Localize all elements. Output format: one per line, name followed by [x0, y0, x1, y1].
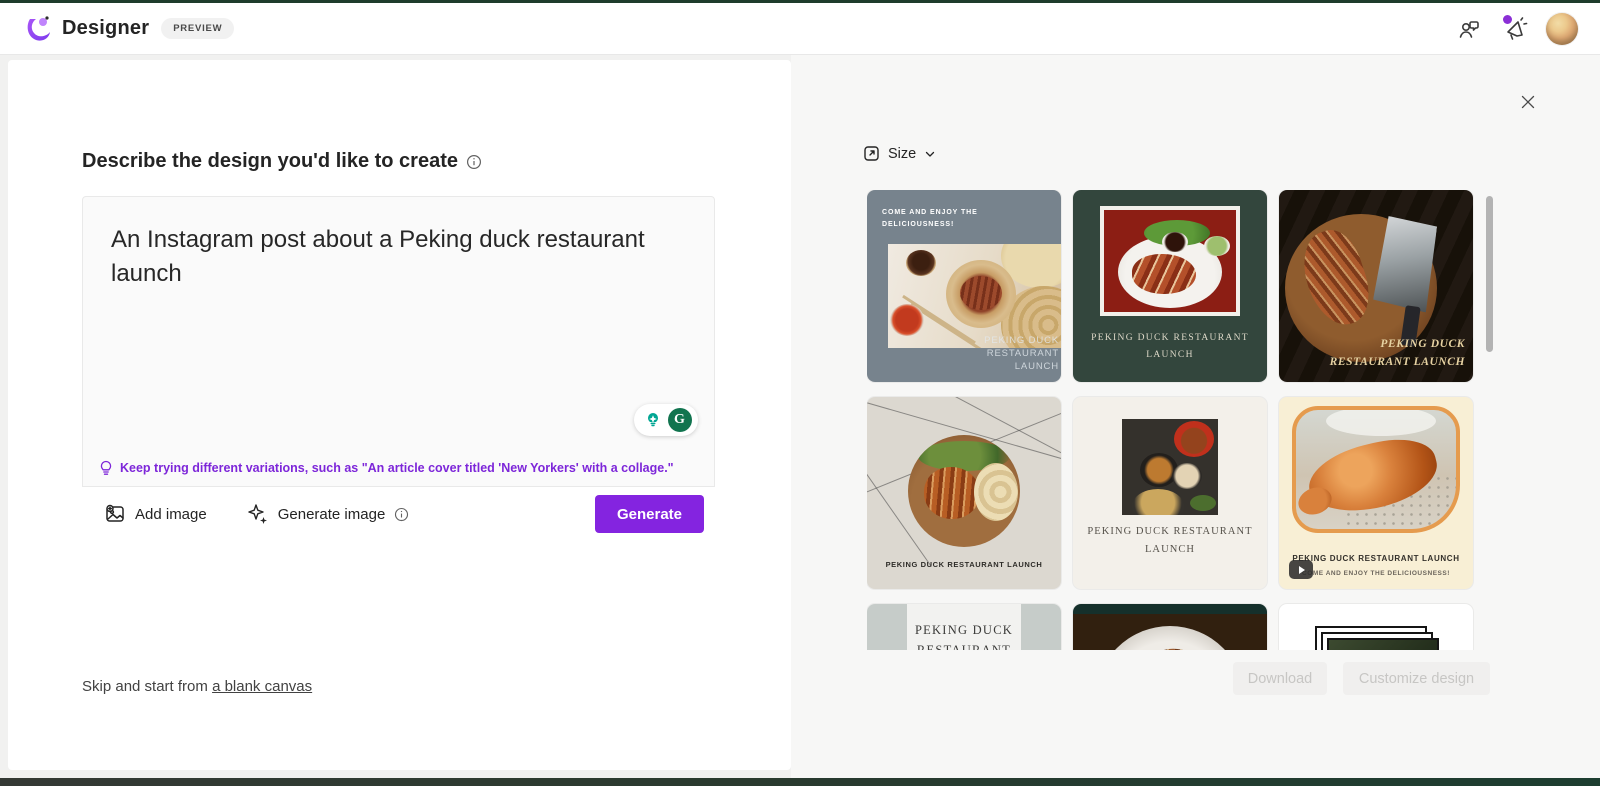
food-photo [1100, 206, 1240, 316]
user-avatar[interactable] [1546, 13, 1578, 45]
food-photo [1095, 626, 1245, 650]
thumbnail-title: PEKING DUCK RESTAURANT LAUNCH [941, 334, 1059, 373]
food-photo [1292, 406, 1460, 533]
generate-image-label: Generate image [278, 506, 386, 523]
grammarly-suggestion-icon [641, 408, 665, 432]
grammarly-widget[interactable]: G [634, 404, 698, 436]
design-thumbnail-4[interactable]: PEKING DUCK RESTAURANT LAUNCH [867, 397, 1061, 589]
heading-info-icon[interactable] [466, 154, 482, 170]
thumbnail-title: PEKING DUCK RESTAURANT LAUNCH [1073, 523, 1267, 559]
design-thumbnail-1[interactable]: COME AND ENJOY THE DELICIOUSNESS! PEKING… [867, 190, 1061, 382]
skip-text: Skip and start from [82, 678, 212, 695]
food-photo [1122, 419, 1218, 515]
stacked-frames-graphic [1327, 638, 1439, 650]
preview-badge: PREVIEW [161, 18, 234, 39]
feedback-button[interactable] [1454, 14, 1484, 44]
window-top-edge [0, 0, 1600, 3]
close-results-button[interactable] [1513, 87, 1543, 117]
prompt-input[interactable]: An Instagram post about a Peking duck re… [82, 196, 715, 487]
thumbnail-title: PEKING DUCK RESTAURANT LAUNCH [1305, 336, 1465, 372]
design-thumbnail-5[interactable]: PEKING DUCK RESTAURANT LAUNCH [1073, 397, 1267, 589]
sparkle-icon [247, 503, 269, 525]
thumbnail-tagline: COME AND ENJOY THE DELICIOUSNESS! [882, 207, 982, 231]
resize-icon [863, 145, 880, 162]
lightbulb-icon [99, 460, 113, 476]
design-thumbnail-2[interactable]: PEKING DUCK RESTAURANT LAUNCH [1073, 190, 1267, 382]
announcements-button[interactable] [1500, 14, 1530, 44]
generate-button[interactable]: Generate [595, 495, 704, 533]
generate-image-info-icon[interactable] [394, 507, 409, 522]
design-results-grid: COME AND ENJOY THE DELICIOUSNESS! PEKING… [867, 190, 1479, 650]
generate-image-button[interactable]: Generate image [247, 503, 386, 525]
thumbnail-title: PEKING DUCK RESTAURANT LAUNCH [1073, 330, 1267, 364]
add-image-button[interactable]: Add image [104, 503, 207, 525]
prompt-tip: Keep trying different variations, such a… [99, 460, 674, 476]
window-bottom-edge [0, 778, 1600, 786]
designer-logo-icon [22, 13, 54, 45]
prompt-actions: Add image Generate image [82, 487, 715, 541]
download-button[interactable]: Download [1233, 662, 1327, 695]
close-icon [1520, 94, 1536, 110]
add-image-label: Add image [135, 506, 207, 523]
size-label: Size [888, 146, 916, 162]
app-header: Designer PREVIEW [0, 3, 1600, 55]
design-thumbnail-3[interactable]: PEKING DUCK RESTAURANT LAUNCH [1279, 190, 1473, 382]
main-content: Describe the design you'd like to create… [0, 55, 1600, 778]
app-title: Designer [62, 17, 149, 40]
add-image-icon [104, 503, 126, 525]
person-feedback-icon [1457, 17, 1481, 41]
thumbnail-title: PEKING DUCK RESTAURANT [907, 620, 1021, 650]
design-thumbnail-8[interactable] [1073, 604, 1267, 650]
design-thumbnail-9[interactable] [1279, 604, 1473, 650]
design-thumbnail-7[interactable]: PEKING DUCK RESTAURANT [867, 604, 1061, 650]
designer-app: Designer PREVIEW [0, 0, 1600, 786]
notification-dot [1503, 15, 1512, 24]
page-title: Describe the design you'd like to create [82, 150, 458, 173]
prompt-panel: Describe the design you'd like to create… [8, 60, 791, 770]
food-photo [908, 435, 1020, 547]
thumbnail-title: PEKING DUCK RESTAURANT LAUNCH [867, 560, 1061, 569]
grammarly-logo-icon: G [668, 408, 692, 432]
design-thumbnail-6[interactable]: PEKING DUCK RESTAURANT LAUNCH COME AND E… [1279, 397, 1473, 589]
food-photo [888, 244, 1061, 348]
results-panel: Size COME AND ENJOY THE DELICIOUSNESS! [791, 55, 1600, 778]
customize-design-button[interactable]: Customize design [1343, 662, 1490, 695]
results-scrollbar[interactable] [1486, 196, 1493, 352]
skip-row: Skip and start from a blank canvas [82, 678, 312, 695]
blank-canvas-link[interactable]: a blank canvas [212, 678, 312, 695]
prompt-text: An Instagram post about a Peking duck re… [83, 197, 714, 291]
tip-text: Keep trying different variations, such a… [120, 461, 674, 475]
video-play-icon [1289, 560, 1313, 579]
chevron-down-icon [924, 148, 936, 160]
size-dropdown[interactable]: Size [857, 141, 942, 166]
